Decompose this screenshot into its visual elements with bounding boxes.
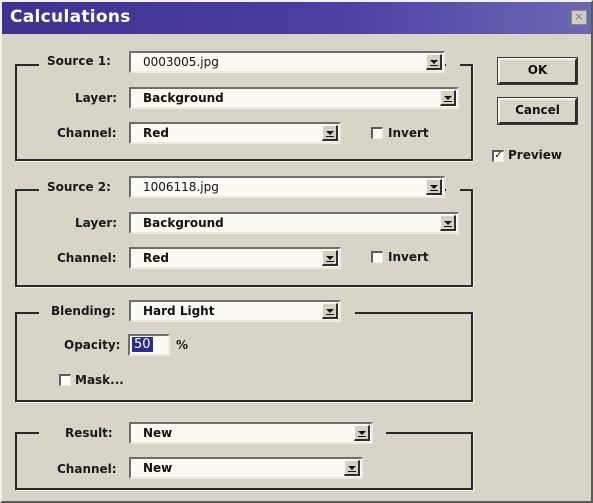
source2-layer-label: Layer: [75,216,118,230]
source1-channel-label: Channel: [57,126,117,140]
blending-mode-value: Hard Light [143,304,215,318]
source2-layer-select[interactable]: Background [129,212,459,234]
source1-file-value: 0003005.jpg [143,55,219,69]
source1-label: Source 1: [47,54,111,68]
chevron-down-icon[interactable] [354,425,370,441]
source2-layer-value: Background [143,216,224,230]
cancel-button[interactable]: Cancel [497,97,578,125]
calculations-dialog: Calculations × Source 1: 0003005.jpg Lay… [0,0,593,503]
source1-layer-value: Background [143,91,224,105]
source2-file-select[interactable]: 1006118.jpg [129,176,445,198]
close-icon[interactable]: × [571,10,587,25]
source1-invert-checkbox[interactable] [371,127,383,139]
mask-label[interactable]: Mask... [75,373,124,387]
source2-channel-select[interactable]: Red [129,247,341,269]
preview-checkbox[interactable]: ✓ [492,150,504,162]
chevron-down-icon[interactable] [322,250,338,266]
mask-checkbox[interactable] [59,374,71,386]
source2-channel-value: Red [143,251,169,265]
chevron-down-icon[interactable] [440,215,456,231]
result-channel-select[interactable]: New [129,457,363,479]
chevron-down-icon[interactable] [344,460,360,476]
blending-group [15,312,473,402]
chevron-down-icon[interactable] [322,303,338,319]
source2-invert-label[interactable]: Invert [388,250,429,264]
source2-group [15,189,473,287]
result-label: Result: [65,426,113,440]
result-channel-label: Channel: [57,462,117,476]
result-select[interactable]: New [129,422,373,444]
blending-mode-select[interactable]: Hard Light [129,300,341,322]
source1-file-select[interactable]: 0003005.jpg [129,51,445,73]
source1-invert-label[interactable]: Invert [388,126,429,140]
ok-button[interactable]: OK [497,57,578,85]
chevron-down-icon[interactable] [322,125,338,141]
source2-file-value: 1006118.jpg [143,180,219,194]
source2-label: Source 2: [47,180,111,194]
source2-invert-checkbox[interactable] [371,251,383,263]
source1-channel-value: Red [143,126,169,140]
result-value: New [143,426,173,440]
opacity-unit: % [176,338,189,352]
result-channel-value: New [143,461,173,475]
preview-label[interactable]: Preview [508,148,562,162]
opacity-label: Opacity: [64,338,121,352]
chevron-down-icon[interactable] [426,179,442,195]
opacity-value: 50 [132,337,153,352]
source1-layer-select[interactable]: Background [129,87,459,109]
window-title: Calculations [10,7,131,27]
source2-channel-label: Channel: [57,251,117,265]
source1-layer-label: Layer: [75,91,118,105]
opacity-input[interactable]: 50 [128,334,170,356]
chevron-down-icon[interactable] [440,90,456,106]
chevron-down-icon[interactable] [426,54,442,70]
source1-channel-select[interactable]: Red [129,122,341,144]
source1-group [15,64,473,161]
blending-label: Blending: [51,304,116,318]
title-bar[interactable]: Calculations × [2,2,591,34]
